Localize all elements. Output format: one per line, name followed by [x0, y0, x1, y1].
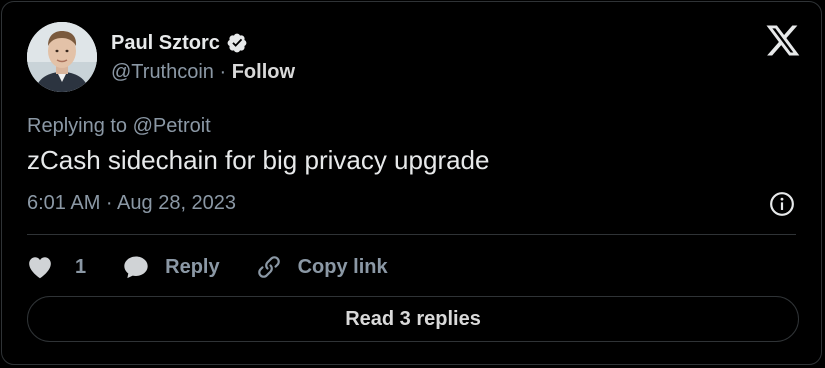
follow-link[interactable]: Follow — [232, 61, 295, 83]
author-handle-row: @Truthcoin · Follow — [111, 60, 295, 84]
handle-separator: · — [219, 61, 232, 83]
verified-badge-icon — [226, 32, 248, 54]
replying-to-line: Replying to @Petroit — [27, 114, 211, 138]
author-name[interactable]: Paul Sztorc — [111, 31, 220, 55]
tweet-timestamp[interactable]: 6:01 AM · Aug 28, 2023 — [27, 191, 236, 215]
copy-link-button[interactable]: Copy link — [256, 254, 388, 280]
replying-to-handle-link[interactable]: @Petroit — [133, 115, 211, 137]
like-count: 1 — [75, 255, 87, 278]
author-name-row: Paul Sztorc — [111, 31, 248, 55]
heart-icon — [27, 255, 53, 279]
tweet-text: zCash sidechain for big privacy upgrade — [27, 145, 490, 175]
copy-link-label: Copy link — [297, 255, 388, 278]
like-button[interactable]: 1 — [27, 255, 86, 279]
author-handle[interactable]: @Truthcoin — [111, 61, 214, 83]
avatar-photo — [27, 22, 97, 92]
reply-label: Reply — [165, 255, 220, 278]
read-replies-button[interactable]: Read 3 replies — [27, 296, 799, 342]
action-bar: 1 Reply Copy link — [27, 254, 388, 280]
divider — [27, 234, 796, 235]
link-icon — [256, 254, 282, 280]
info-icon[interactable] — [769, 191, 795, 217]
avatar[interactable] — [27, 22, 97, 92]
x-logo-icon[interactable] — [765, 24, 801, 57]
replying-to-prefix: Replying to — [27, 115, 133, 137]
tweet-embed-card: Paul Sztorc @Truthcoin · Follow Replying… — [1, 1, 822, 365]
reply-button[interactable]: Reply — [122, 254, 220, 280]
speech-bubble-icon — [122, 254, 150, 280]
